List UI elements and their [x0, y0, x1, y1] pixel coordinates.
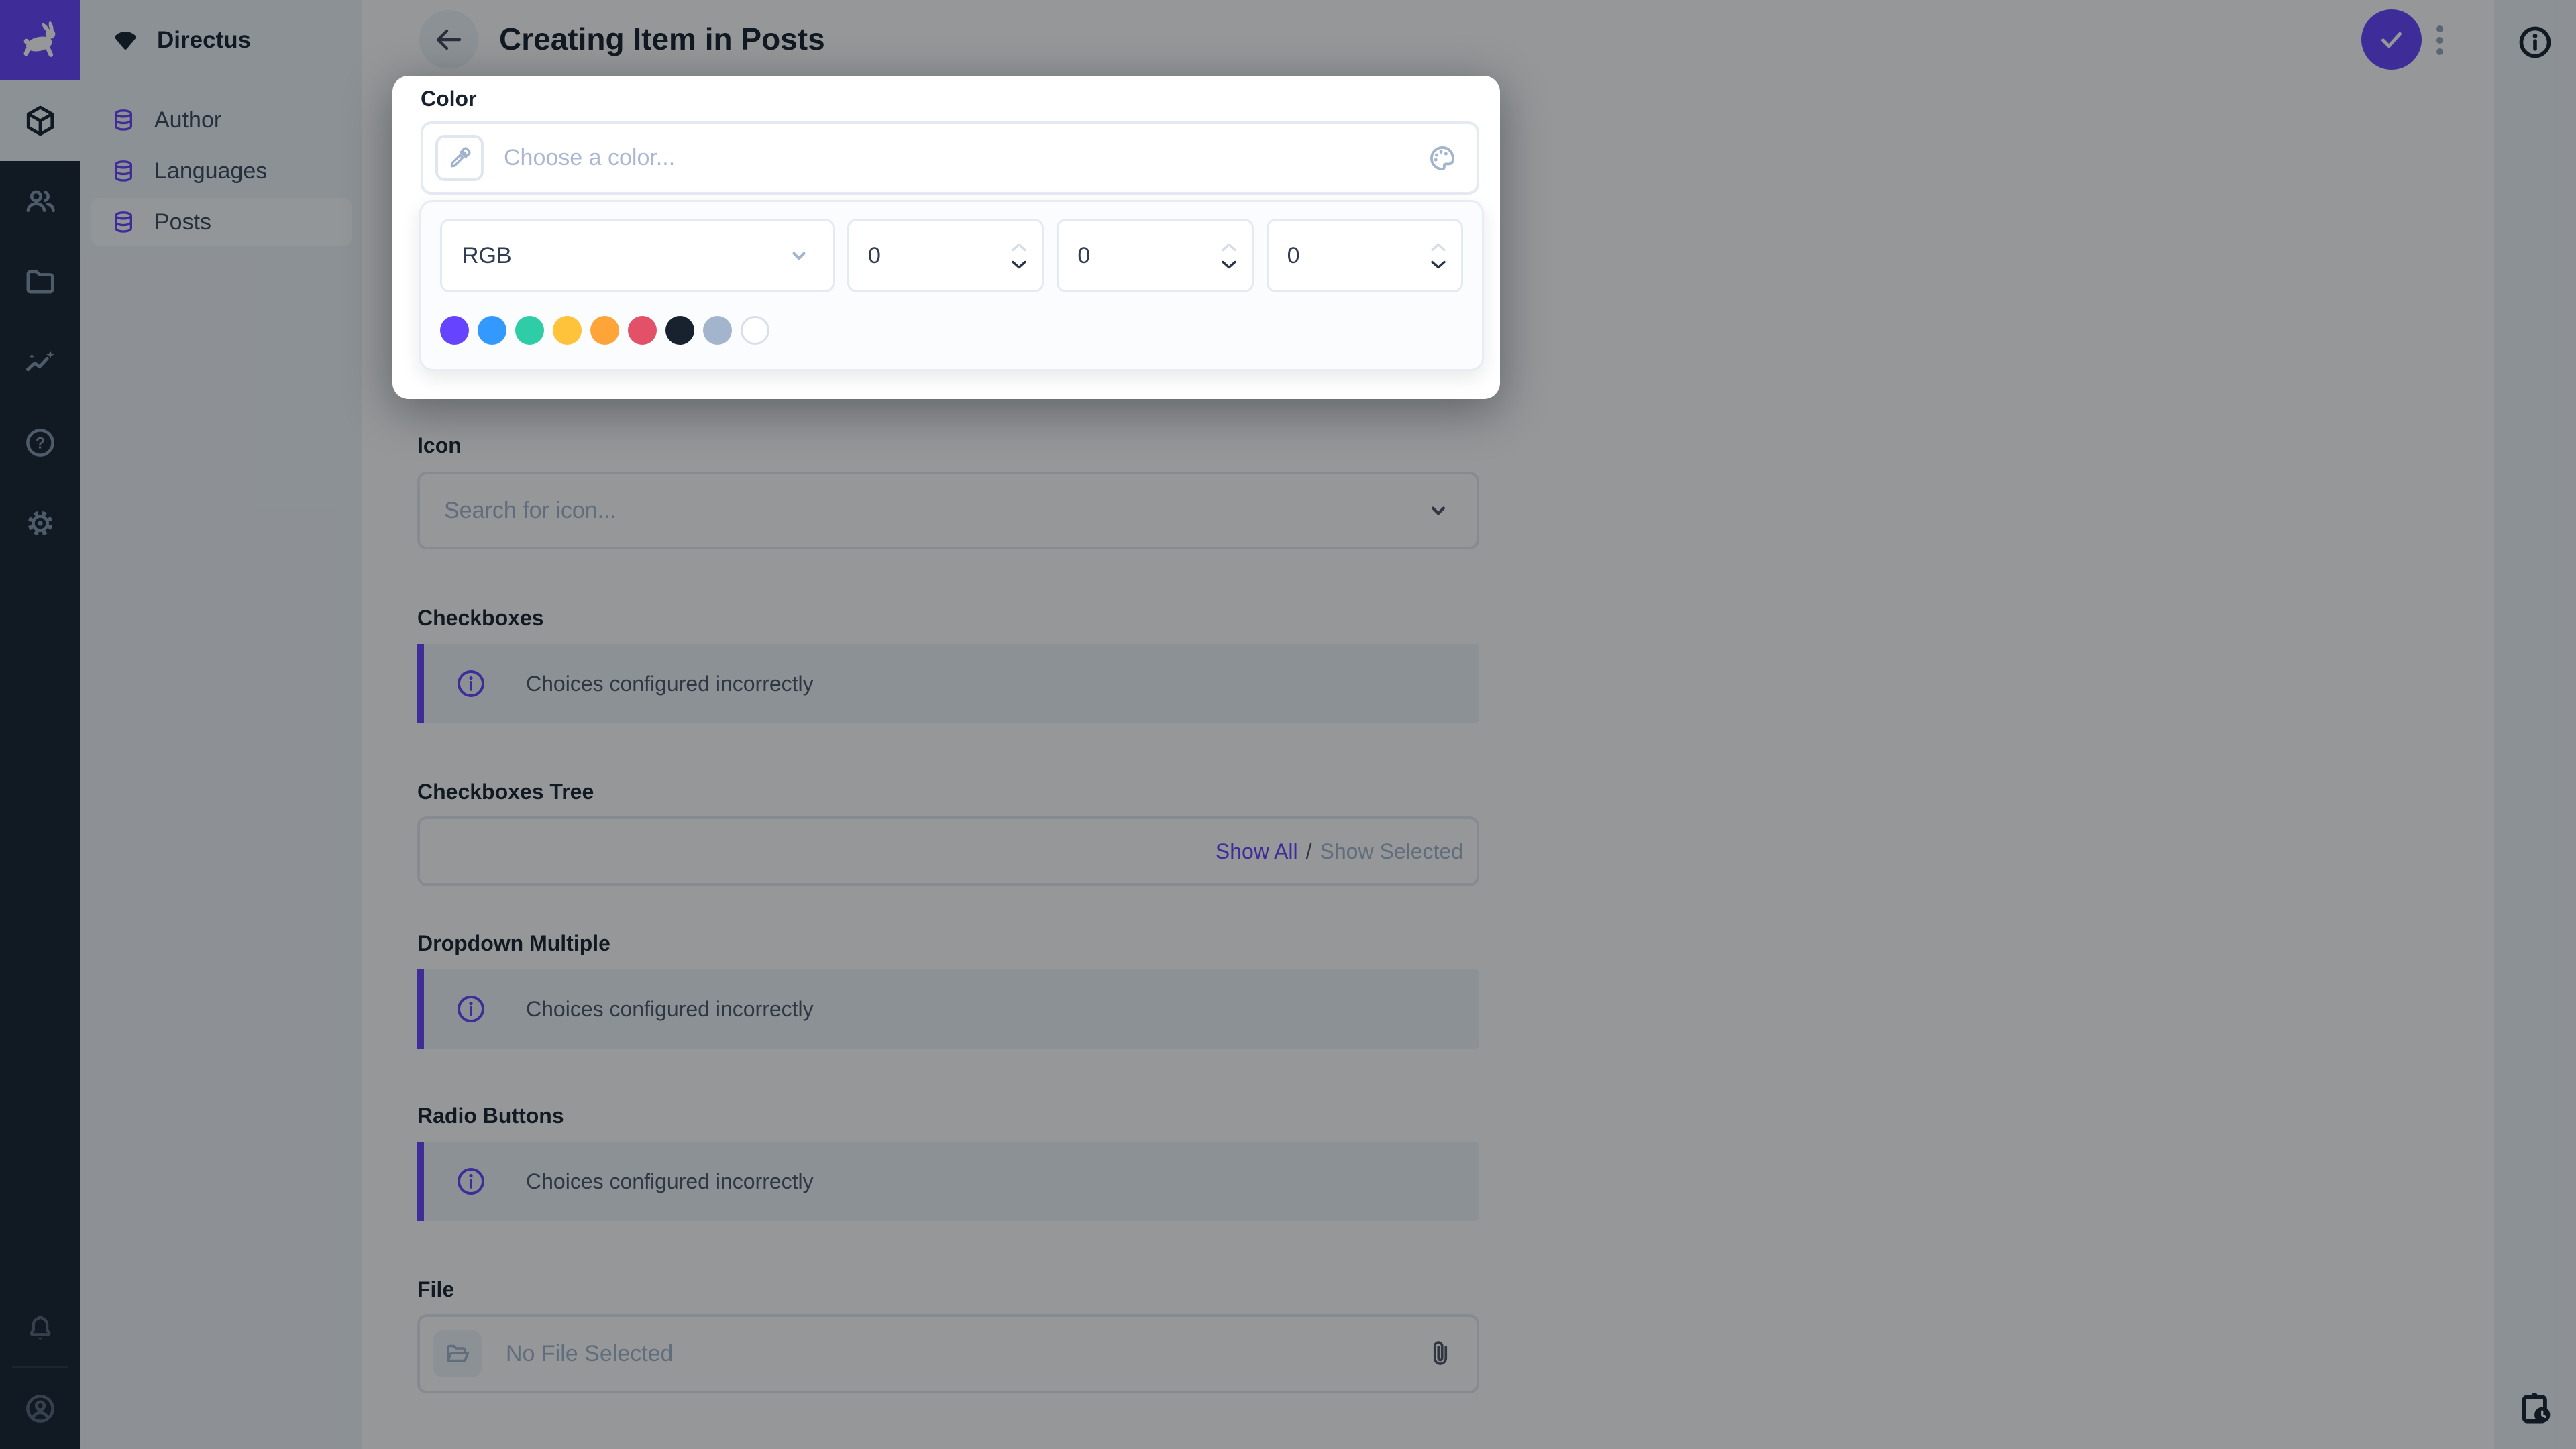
red-value-input[interactable]: 0	[847, 219, 1044, 292]
eyedropper-button[interactable]	[435, 135, 484, 181]
stepper-up-icon	[1221, 243, 1236, 251]
color-mode-select[interactable]: RGB	[440, 219, 835, 292]
swatch-black[interactable]	[665, 316, 694, 345]
swatch-gray[interactable]	[703, 316, 732, 345]
color-swatches	[440, 316, 1463, 345]
blue-value: 0	[1287, 242, 1300, 268]
swatch-red[interactable]	[628, 316, 657, 345]
color-input[interactable]: Choose a color...	[421, 121, 1479, 195]
stepper-down-icon	[1012, 260, 1027, 268]
color-field-label: Color	[421, 87, 477, 111]
swatch-purple[interactable]	[440, 316, 469, 345]
swatch-green[interactable]	[515, 316, 544, 345]
palette-icon[interactable]	[1427, 143, 1458, 174]
color-input-placeholder: Choose a color...	[504, 145, 676, 170]
stepper-down-icon	[1431, 260, 1446, 268]
color-dropdown-panel: RGB 0 0 0	[419, 200, 1484, 371]
color-picker-popup: Color Choose a color... RGB 0 0 0	[392, 76, 1500, 399]
eyedropper-icon	[446, 145, 473, 172]
swatch-yellow[interactable]	[553, 316, 582, 345]
color-mode-value: RGB	[462, 242, 512, 268]
stepper-up-icon	[1431, 243, 1446, 251]
blue-value-input[interactable]: 0	[1266, 219, 1463, 292]
swatch-white[interactable]	[741, 316, 769, 345]
swatch-orange[interactable]	[590, 316, 619, 345]
chevron-down-icon	[786, 242, 812, 269]
stepper-down-icon	[1221, 260, 1236, 268]
green-value-input[interactable]: 0	[1057, 219, 1254, 292]
swatch-blue[interactable]	[478, 316, 506, 345]
stepper-up-icon	[1012, 243, 1027, 251]
red-value: 0	[868, 242, 881, 268]
green-value: 0	[1077, 242, 1091, 268]
